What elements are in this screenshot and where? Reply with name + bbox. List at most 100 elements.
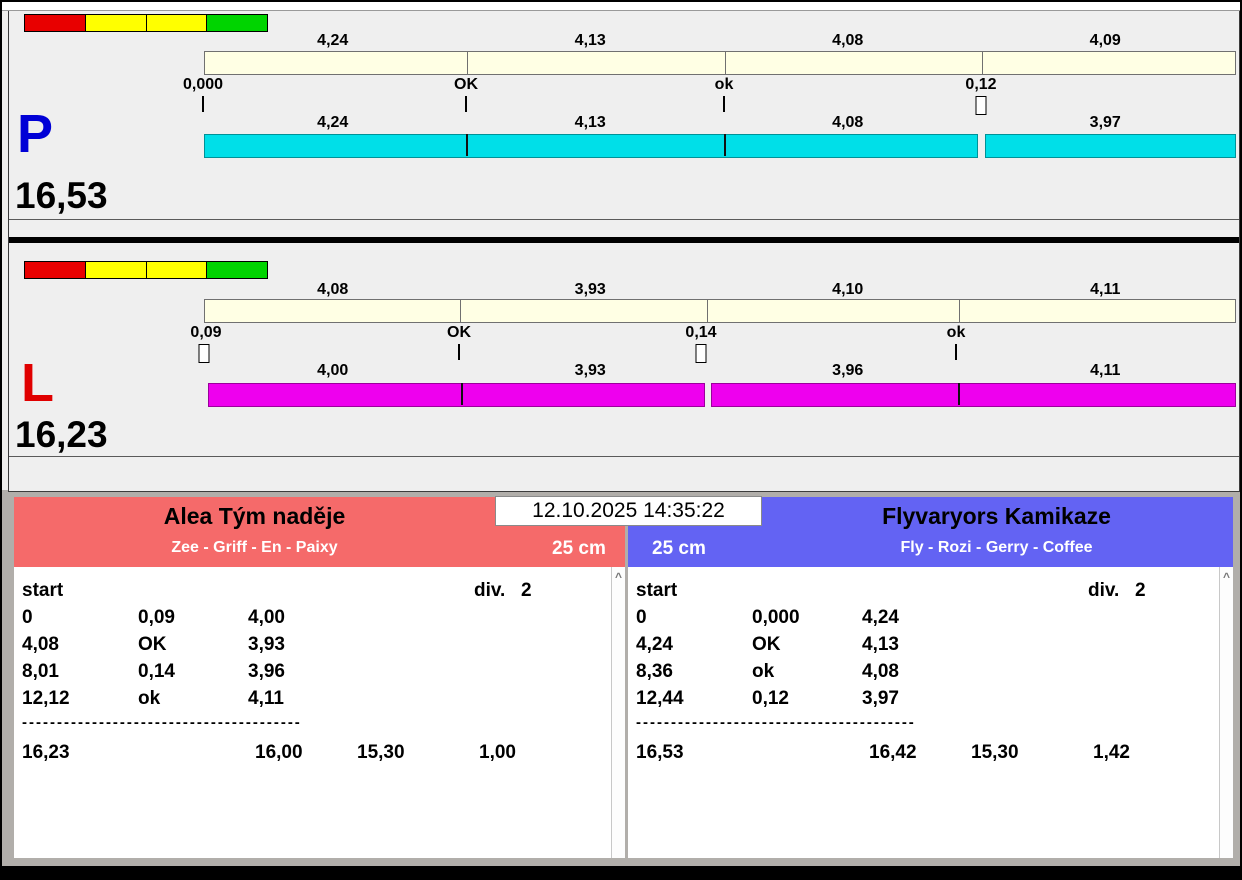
split-cumulative: 12,12: [22, 688, 138, 710]
split-marker: 0,000: [183, 76, 223, 94]
cross-status: ok: [752, 661, 862, 683]
marker-glyph: [199, 344, 210, 363]
run-bar-segment: [711, 383, 1236, 407]
split-values-top: 4,24 4,13 4,08 4,09: [204, 32, 1234, 50]
menu-bar-remnant: [2, 2, 1240, 11]
leg-time: 4,11: [248, 688, 284, 710]
start-label: start: [22, 580, 138, 602]
status-legend: [24, 14, 268, 32]
legend-red-segment: [25, 262, 86, 278]
bar-tick: [460, 300, 461, 322]
run-bar-tick: [958, 383, 960, 405]
division-label: div.: [1088, 580, 1119, 602]
table-row: 0 0,09 4,00: [22, 607, 607, 629]
cross-status: OK: [138, 634, 248, 656]
lanes-container: 4,24 4,13 4,08 4,09 0,000 OK ok 0,12 4,2…: [8, 10, 1240, 492]
marker-glyph: [723, 96, 725, 112]
legend-red-segment: [25, 15, 86, 31]
marker-glyph: [465, 96, 467, 112]
lane-letter-l: L: [21, 356, 54, 410]
table-row: 8,36 ok 4,08: [636, 661, 1215, 683]
split-cumulative: 8,01: [22, 661, 138, 683]
marker-glyph: [202, 96, 204, 112]
split-marker: 0,14: [685, 324, 716, 342]
segment-time: 3,96: [719, 362, 977, 380]
segment-time: 4,11: [977, 362, 1235, 380]
team-name: Alea Tým naděje: [14, 503, 495, 530]
start-fault: 0,000: [752, 607, 862, 629]
cross-status: 0,14: [138, 661, 248, 683]
reference-time: 15,30: [971, 742, 1093, 764]
legend-yellow-segment: [86, 262, 147, 278]
cross-status: 0,12: [752, 688, 862, 710]
jump-height-badge: 25 cm: [552, 538, 606, 560]
segment-time: 4,08: [204, 281, 462, 299]
table-row: 8,01 0,14 3,96: [22, 661, 607, 683]
leg-time: 4,08: [862, 661, 899, 683]
measured-time-bar: [204, 51, 1236, 75]
split-values-bottom: 4,00 3,93 3,96 4,11: [204, 362, 1234, 380]
legend-green-segment: [207, 15, 267, 31]
split-cumulative: 8,36: [636, 661, 752, 683]
split-marker: ok: [947, 324, 966, 342]
timestamp: 12.10.2025 14:35:22: [495, 496, 762, 526]
bar-tick: [725, 52, 726, 74]
scrollbar[interactable]: ^: [611, 567, 625, 858]
run-bar-tick: [466, 134, 468, 156]
legend-yellow2-segment: [147, 15, 208, 31]
run-bar-tick: [461, 383, 463, 405]
run-time-bar: [208, 383, 1234, 405]
cross-status: OK: [752, 634, 862, 656]
split-values-top: 4,08 3,93 4,10 4,11: [204, 281, 1234, 299]
split-cumulative: 12,44: [636, 688, 752, 710]
lane-letter-p: P: [17, 107, 53, 161]
table-separator: ----------------------------------------: [636, 716, 916, 730]
table-row: 4,24 OK 4,13: [636, 634, 1215, 656]
leg-time: 3,93: [248, 634, 285, 656]
lane-divider: [9, 237, 1239, 243]
total-time: 16,23: [22, 742, 255, 764]
scrollbar[interactable]: ^: [1219, 567, 1233, 858]
scroll-up-icon[interactable]: ^: [1220, 570, 1233, 584]
team-name: Flyvaryors Kamikaze: [760, 503, 1233, 530]
table-separator: ----------------------------------------: [22, 716, 302, 730]
leg-time: 3,97: [862, 688, 899, 710]
run-bar-segment: [985, 134, 1236, 158]
segment-time: 3,97: [977, 114, 1235, 132]
table-row: 4,08 OK 3,93: [22, 634, 607, 656]
status-legend: [24, 261, 268, 279]
bar-tick: [467, 52, 468, 74]
table-row: 12,44 0,12 3,97: [636, 688, 1215, 710]
total-time: 16,53: [636, 742, 869, 764]
run-bar-segment: [204, 134, 978, 158]
team-members: Zee - Griff - En - Paixy: [14, 539, 495, 557]
difference-time: 1,00: [479, 742, 516, 764]
division-value: 2: [521, 580, 532, 602]
split-marker: 0,12: [965, 76, 996, 94]
division-label: div.: [474, 580, 505, 602]
legend-yellow-segment: [86, 15, 147, 31]
marker-glyph: [696, 344, 707, 363]
team-table-right: start div. 2 0 0,000 4,24 4,24 OK 4,13 8…: [628, 567, 1233, 858]
scroll-up-icon[interactable]: ^: [612, 570, 625, 584]
marker-glyph: [458, 344, 460, 360]
lane-total-time: 16,23: [15, 416, 108, 453]
run-bar-tick: [724, 134, 726, 156]
run-bar-segment: [208, 383, 705, 407]
segment-time: 4,24: [204, 114, 462, 132]
reference-time: 15,30: [357, 742, 479, 764]
split-marker: OK: [454, 76, 478, 94]
separator-line: [9, 219, 1239, 220]
leg-time: 4,24: [862, 607, 899, 629]
table-row: 0 0,000 4,24: [636, 607, 1215, 629]
segment-time: 4,08: [719, 32, 977, 50]
segment-time: 4,24: [204, 32, 462, 50]
run-time-bar: [204, 134, 1234, 156]
segment-time: 4,10: [719, 281, 977, 299]
split-marker: OK: [447, 324, 471, 342]
split-cumulative: 0: [636, 607, 752, 629]
segment-time: 4,13: [462, 32, 720, 50]
table-header-row: start: [636, 580, 1215, 602]
bottom-black-bar: [0, 866, 1242, 880]
segment-time: 4,00: [204, 362, 462, 380]
